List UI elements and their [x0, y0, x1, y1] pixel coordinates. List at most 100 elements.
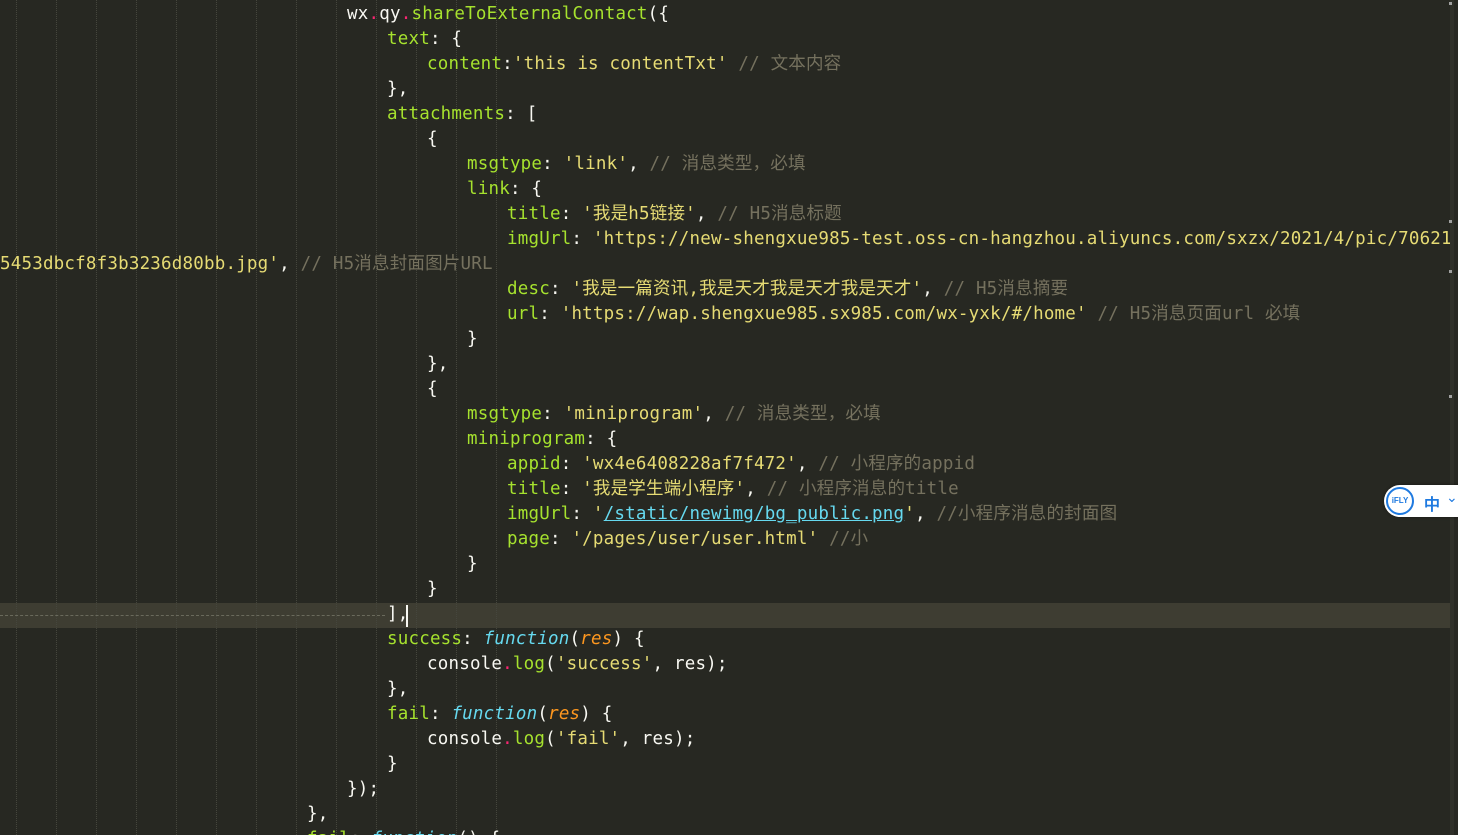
code-token: }	[427, 579, 438, 599]
code-line[interactable]: msgtype: 'miniprogram', // 消息类型，必填	[467, 402, 881, 427]
code-string: 'https://new-shengxue985-test.oss-cn-han…	[592, 229, 1454, 249]
code-string: '	[904, 504, 916, 524]
indent-guide	[96, 0, 97, 835]
code-comment: // 小程序的appid	[818, 454, 976, 474]
code-line[interactable]: content:'this is contentTxt' // 文本内容	[427, 52, 841, 77]
code-string: 'https://wap.shengxue985.sx985.com/wx-yx…	[560, 304, 1087, 324]
code-line[interactable]: }	[427, 577, 438, 602]
code-token: text	[387, 29, 430, 49]
code-token: .	[502, 654, 513, 674]
code-line[interactable]: },	[387, 677, 408, 702]
code-token: res	[580, 629, 613, 649]
code-comment: // H5消息标题	[717, 204, 842, 224]
chevron-icon[interactable]: ⌄	[1446, 489, 1458, 506]
code-line[interactable]: },	[307, 802, 328, 827]
indent-guide	[176, 0, 177, 835]
code-line[interactable]: success: function(res) {	[387, 627, 645, 652]
indent-guide	[216, 0, 217, 835]
code-string: '我是学生端小程序'	[582, 479, 746, 499]
current-line-whitespace-dots	[0, 615, 385, 616]
code-token: .	[368, 4, 380, 24]
code-token: , res);	[652, 654, 728, 674]
code-line[interactable]: title: '我是h5链接', // H5消息标题	[507, 202, 842, 227]
code-line[interactable]: appid: 'wx4e6408228af7f472', // 小程序的appi…	[507, 452, 975, 477]
code-token: }	[387, 754, 398, 774]
code-line[interactable]: imgUrl: 'https://new-shengxue985-test.os…	[507, 227, 1454, 252]
code-token: msgtype	[467, 154, 543, 174]
code-token: qy	[379, 4, 401, 24]
code-token: wx	[347, 4, 369, 24]
code-link[interactable]: /static/newimg/bg_public.png	[604, 504, 905, 524]
code-token: desc	[507, 279, 550, 299]
code-line[interactable]: {	[427, 127, 438, 152]
code-line[interactable]: },	[427, 352, 448, 377]
code-token: ,	[279, 254, 301, 274]
code-token: },	[307, 804, 329, 824]
code-line[interactable]: page: '/pages/user/user.html' //小	[507, 527, 868, 552]
code-token: :	[429, 704, 452, 724]
code-line[interactable]: }	[467, 327, 478, 352]
code-line[interactable]: console.log('fail', res);	[427, 727, 695, 752]
code-token: .	[400, 4, 412, 24]
code-line[interactable]: imgUrl: '/static/newimg/bg_public.png', …	[507, 502, 1117, 527]
code-line[interactable]: });	[347, 777, 379, 802]
code-line[interactable]: }	[387, 752, 398, 777]
code-token: function	[483, 629, 570, 649]
code-token: attachments	[387, 104, 506, 124]
code-token: imgUrl	[507, 229, 572, 249]
code-token: :	[571, 504, 593, 524]
code-token: ,	[922, 279, 944, 299]
indent-guide	[256, 0, 257, 835]
code-line[interactable]: fail: function(res) {	[387, 702, 613, 727]
ime-language-toggle[interactable]: 中	[1424, 491, 1440, 515]
code-line[interactable]: desc: '我是一篇资讯,我是天才我是天才我是天才', // H5消息摘要	[507, 277, 1068, 302]
code-editor[interactable]: wx.qy.shareToExternalContact({text: {con…	[0, 0, 1454, 835]
code-string: 'this is contentTxt'	[512, 54, 728, 74]
code-token: ,	[703, 404, 725, 424]
code-line[interactable]: },	[387, 77, 408, 102]
code-comment: // 消息类型，必填	[724, 404, 881, 424]
code-token: ,	[745, 479, 767, 499]
code-token: :	[539, 304, 561, 324]
code-line[interactable]: url: 'https://wap.shengxue985.sx985.com/…	[507, 302, 1300, 327]
code-token: },	[387, 79, 409, 99]
code-line[interactable]: wx.qy.shareToExternalContact({	[347, 2, 669, 27]
code-token: url	[507, 304, 540, 324]
code-token: ) {	[612, 629, 645, 649]
vertical-scrollbar[interactable]	[1449, 0, 1454, 835]
code-string: '	[592, 504, 604, 524]
code-string: 5453dbcf8f3b3236d80bb.jpg'	[0, 254, 280, 274]
code-token: ) {	[580, 704, 613, 724]
code-line[interactable]: {	[427, 377, 438, 402]
code-comment: //小程序消息的封面图	[936, 504, 1118, 524]
code-comment: // 文本内容	[738, 54, 842, 74]
code-line[interactable]: fail: function() {	[307, 827, 500, 835]
code-token: },	[387, 679, 409, 699]
code-token: (	[545, 729, 556, 749]
code-token: {	[427, 129, 438, 149]
code-comment: // H5消息页面url 必填	[1097, 304, 1301, 324]
code-token: .	[502, 729, 513, 749]
ifly-logo-icon[interactable]: iFLY	[1386, 487, 1414, 515]
code-line[interactable]: title: '我是学生端小程序', // 小程序消息的title	[507, 477, 959, 502]
code-line[interactable]: miniprogram: {	[467, 427, 617, 452]
code-token: : {	[509, 179, 543, 199]
code-string: '/pages/user/user.html'	[571, 529, 819, 549]
code-line[interactable]: }	[467, 552, 478, 577]
scroll-marker	[1449, 395, 1452, 398]
code-line[interactable]: console.log('success', res);	[427, 652, 728, 677]
code-token: appid	[507, 454, 561, 474]
code-line[interactable]: msgtype: 'link', // 消息类型，必填	[467, 152, 806, 177]
code-line[interactable]: link: {	[467, 177, 542, 202]
code-token: (	[545, 654, 556, 674]
code-line[interactable]: 5453dbcf8f3b3236d80bb.jpg', // H5消息封面图片U…	[0, 252, 493, 277]
code-token: msgtype	[467, 404, 543, 424]
ime-floating-toolbar[interactable]: iFLY 中 ⌄	[1384, 485, 1458, 517]
code-token: link	[467, 179, 510, 199]
code-line[interactable]: attachments: [	[387, 102, 537, 127]
code-token: ,	[628, 154, 650, 174]
code-token: : {	[585, 429, 618, 449]
code-line[interactable]: text: {	[387, 27, 462, 52]
code-token: console	[427, 729, 503, 749]
code-string: 'link'	[563, 154, 629, 174]
